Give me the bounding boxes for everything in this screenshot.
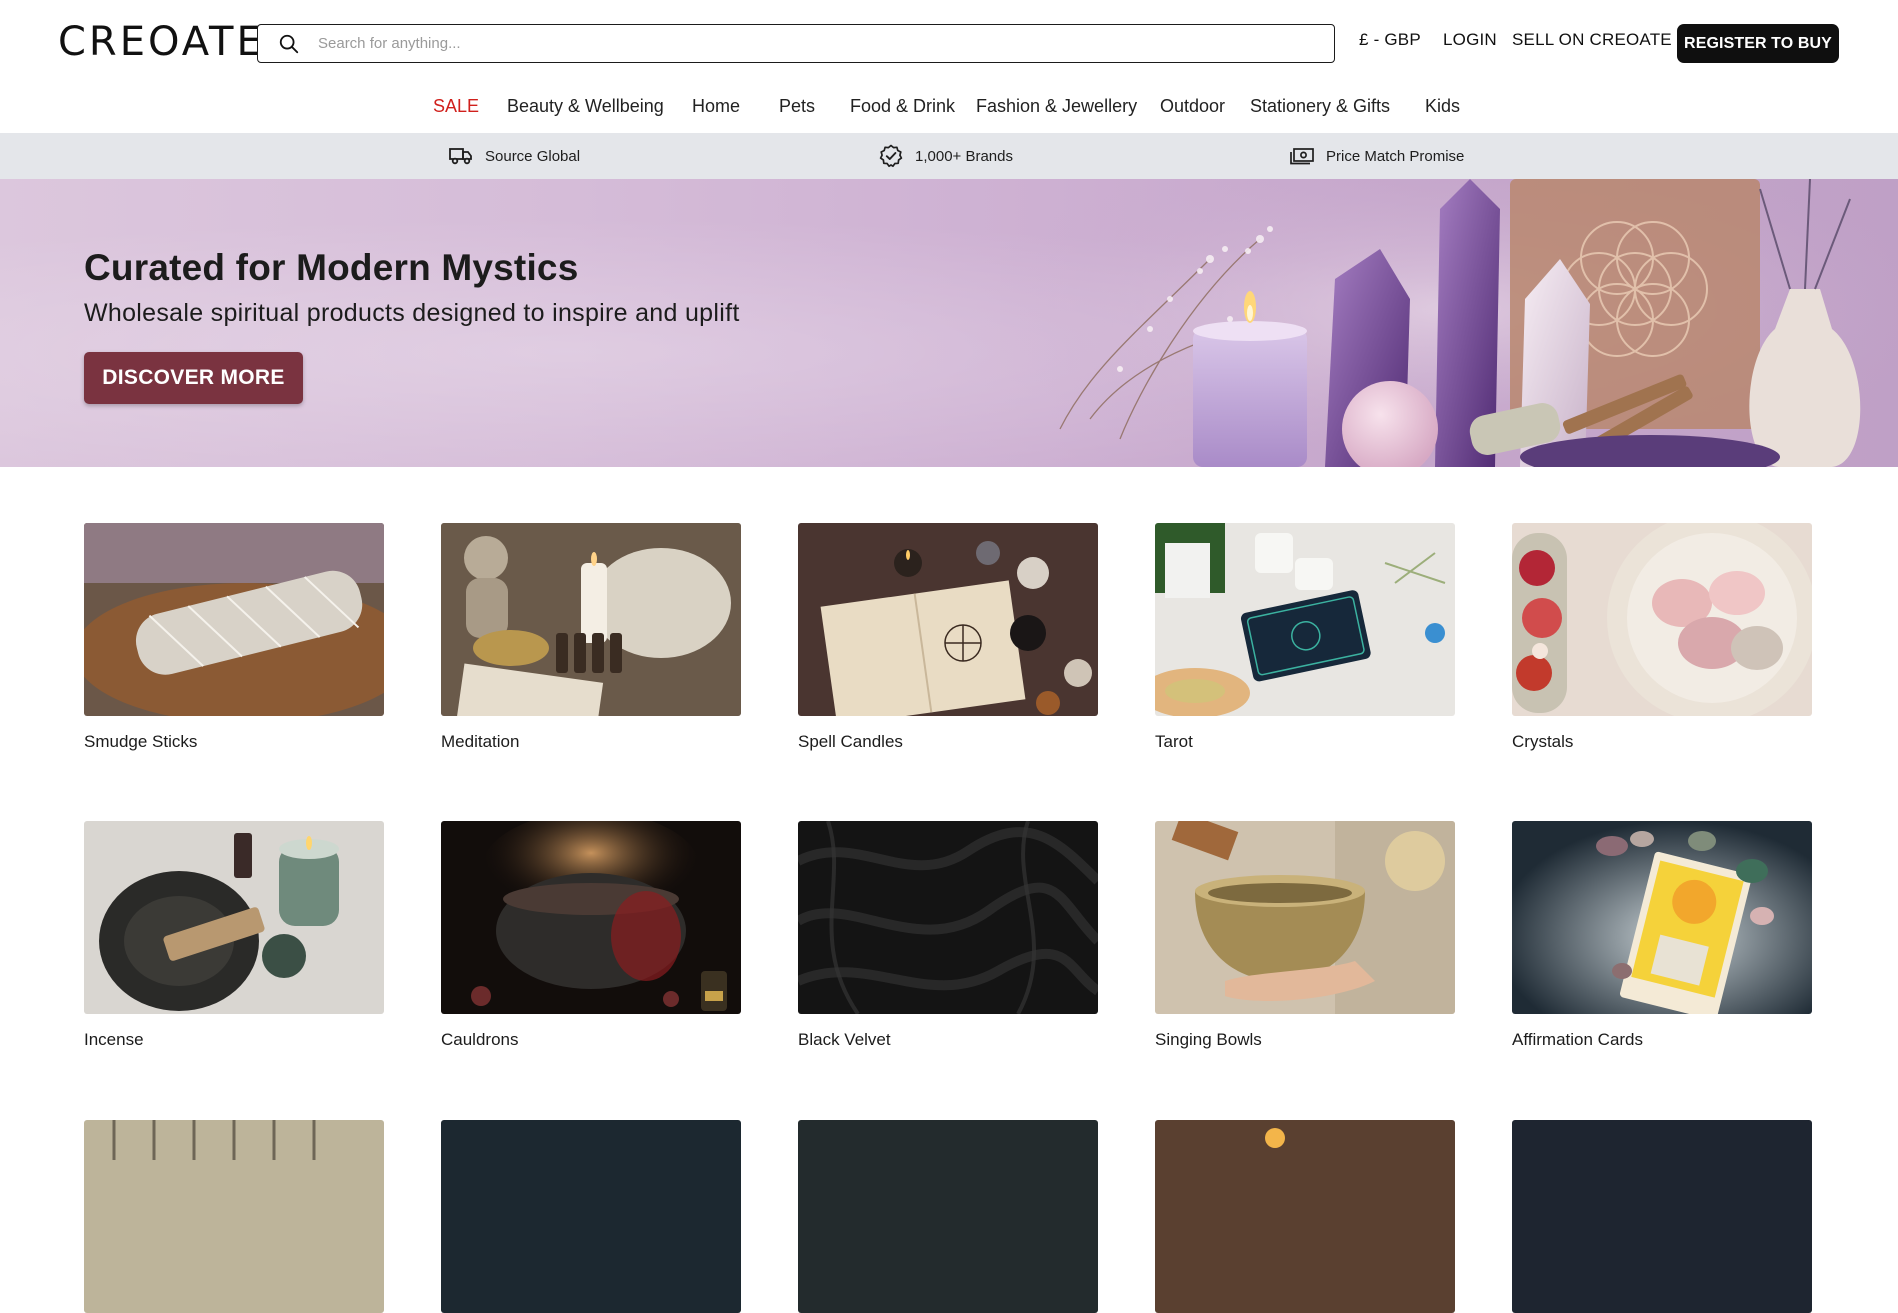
category-card-black-velvet[interactable]: Black Velvet	[798, 821, 1098, 1050]
category-card-tarot[interactable]: Tarot	[1155, 523, 1455, 752]
category-label: Singing Bowls	[1155, 1030, 1262, 1049]
nav-item-food-drink[interactable]: Food & Drink	[850, 96, 955, 117]
cash-icon	[1290, 148, 1314, 165]
category-label: Cauldrons	[441, 1030, 519, 1049]
search-input[interactable]	[316, 28, 1334, 59]
category-card-singing-bowls[interactable]: Singing Bowls	[1155, 821, 1455, 1050]
spell-candles-image	[798, 523, 1098, 716]
category-label: Black Velvet	[798, 1030, 891, 1049]
usp-strip: Source Global 1,000+ Brands Price Match …	[0, 133, 1898, 179]
sell-on-creoate-link[interactable]: SELL ON CREOATE	[1512, 30, 1672, 50]
category-nav: SALE Beauty & Wellbeing Home Pets Food &…	[0, 92, 1898, 132]
search-bar[interactable]	[257, 24, 1335, 63]
hero-banner: Curated for Modern Mystics Wholesale spi…	[0, 179, 1898, 467]
nav-item-pets[interactable]: Pets	[779, 96, 815, 117]
search-icon	[279, 34, 299, 53]
category-grid: Smudge Sticks Meditation Spell Candles T…	[0, 467, 1898, 1313]
usp-label: Source Global	[485, 147, 581, 165]
currency-selector[interactable]: £ - GBP	[1359, 30, 1421, 50]
creoate-logo[interactable]: CREOATE	[58, 20, 265, 64]
singing-bowls-image	[1155, 821, 1455, 1014]
hero-subtitle: Wholesale spiritual products designed to…	[84, 299, 740, 327]
crystals-image	[1512, 523, 1812, 716]
category-label: Spell Candles	[798, 732, 903, 751]
category-label: Meditation	[441, 732, 520, 751]
nav-item-kids[interactable]: Kids	[1425, 96, 1460, 117]
category-label: Tarot	[1155, 732, 1193, 751]
category-label: Smudge Sticks	[84, 732, 198, 751]
incense-image	[84, 821, 384, 1014]
nav-item-sale[interactable]: SALE	[433, 96, 479, 117]
login-link[interactable]: LOGIN	[1443, 30, 1497, 50]
black-velvet-image	[798, 821, 1098, 1014]
affirmation-cards-image	[1512, 821, 1812, 1014]
category-card-affirmation-cards[interactable]: Affirmation Cards	[1512, 821, 1812, 1050]
nav-item-fashion-jewellery[interactable]: Fashion & Jewellery	[976, 96, 1137, 117]
register-to-buy-button[interactable]: REGISTER TO BUY	[1677, 24, 1839, 63]
hero-title: Curated for Modern Mystics	[84, 247, 579, 288]
category-card-incense[interactable]: Incense	[84, 821, 384, 1050]
category-card-spell-candles[interactable]: Spell Candles	[798, 523, 1098, 752]
discover-more-button[interactable]: DISCOVER MORE	[84, 352, 303, 404]
usp-brands: 1,000+ Brands	[879, 133, 1013, 179]
tarot-image	[1155, 523, 1455, 716]
category-label: Affirmation Cards	[1512, 1030, 1644, 1049]
cauldrons-image	[441, 821, 741, 1014]
site-header: CREOATE £ - GBP LOGIN SELL ON CREOATE RE…	[0, 0, 1898, 86]
meditation-image	[441, 523, 741, 716]
usp-label: 1,000+ Brands	[915, 147, 1013, 165]
usp-source-global: Source Global	[449, 133, 580, 179]
category-card-crystals[interactable]: Crystals	[1512, 523, 1812, 752]
category-card-cauldrons[interactable]: Cauldrons	[441, 821, 741, 1050]
usp-price-match: Price Match Promise	[1290, 133, 1464, 179]
nav-item-beauty-wellbeing[interactable]: Beauty & Wellbeing	[507, 96, 664, 117]
nav-item-outdoor[interactable]: Outdoor	[1160, 96, 1225, 117]
nav-item-home[interactable]: Home	[692, 96, 740, 117]
smudge-sticks-image	[84, 523, 384, 716]
category-label: Incense	[84, 1030, 144, 1049]
category-card-meditation[interactable]: Meditation	[441, 523, 741, 752]
hero-image	[1000, 179, 1898, 467]
nav-item-stationery-gifts[interactable]: Stationery & Gifts	[1250, 96, 1390, 117]
category-card-smudge-sticks[interactable]: Smudge Sticks	[84, 523, 384, 752]
verified-badge-icon	[879, 144, 903, 168]
category-label: Crystals	[1512, 732, 1574, 751]
usp-label: Price Match Promise	[1326, 147, 1465, 165]
truck-icon	[449, 148, 472, 165]
